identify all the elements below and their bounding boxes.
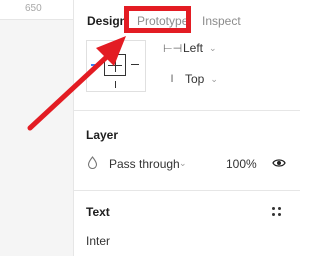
blend-drop-icon	[87, 156, 98, 172]
horizontal-constraint-icon: ⊢⊣	[163, 42, 183, 55]
app-window: 650 Design Prototype Inspect ⊢⊣ Left ⌄ I…	[0, 0, 301, 256]
chevron-down-icon: ⌄	[210, 73, 218, 84]
vertical-constraint-select[interactable]: I Top ⌄	[165, 72, 218, 86]
layer-row: Pass through ⌄ 100%	[86, 156, 291, 172]
vertical-constraint-value: Top	[185, 72, 205, 86]
horizontal-constraint-value: Left	[183, 41, 204, 55]
text-section-title: Text	[86, 205, 110, 219]
ruler-label: 650	[25, 3, 42, 14]
blend-mode-select[interactable]: Pass through	[109, 157, 180, 171]
canvas-area[interactable]: 650	[0, 0, 73, 256]
horizontal-constraint-select[interactable]: ⊢⊣ Left ⌄	[163, 41, 217, 55]
ruler: 650	[0, 0, 73, 20]
constraint-widget[interactable]	[86, 40, 146, 92]
tab-inspect[interactable]: Inspect	[202, 14, 241, 28]
constraint-left-marker[interactable]	[91, 64, 99, 66]
text-styles-grid-icon[interactable]	[271, 206, 283, 218]
font-family-select[interactable]: Inter	[86, 234, 110, 248]
chevron-down-icon[interactable]: ⌄	[179, 158, 187, 169]
panel-tabs: Design Prototype Inspect	[74, 0, 301, 40]
constraint-right-marker[interactable]	[131, 64, 139, 65]
eye-icon[interactable]	[272, 157, 286, 169]
opacity-input[interactable]: 100%	[226, 157, 257, 171]
chevron-down-icon: ⌄	[209, 42, 217, 53]
vertical-constraint-icon: I	[170, 73, 174, 85]
constraint-center-box	[104, 54, 126, 76]
tab-prototype[interactable]: Prototype	[137, 14, 188, 28]
section-divider	[73, 110, 300, 111]
tab-design[interactable]: Design	[87, 14, 127, 28]
section-divider	[73, 190, 300, 191]
constraint-bottom-marker[interactable]	[115, 81, 116, 88]
layer-section-title: Layer	[86, 128, 119, 142]
